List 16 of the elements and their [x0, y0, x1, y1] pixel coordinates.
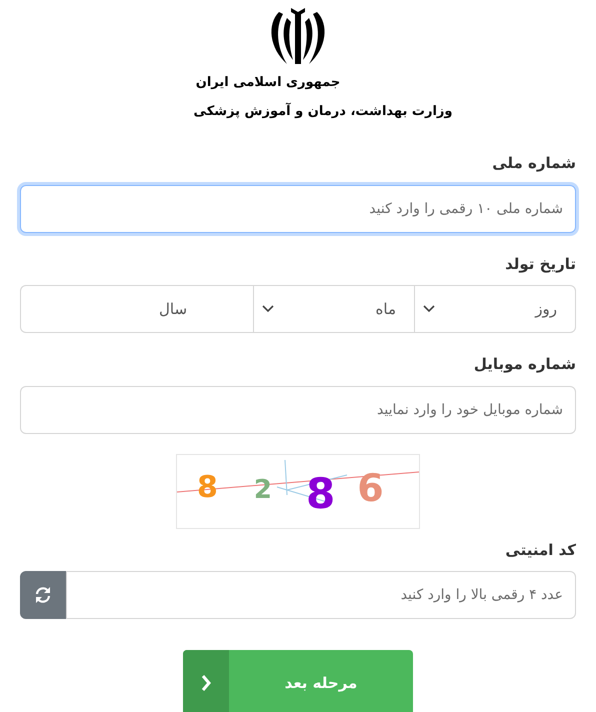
- field-label: تاریخ تولد: [504, 254, 576, 275]
- chevron-icon: [200, 674, 212, 692]
- captcha-digit: 6: [357, 468, 384, 506]
- date-select[interactable]: ماه: [253, 285, 414, 333]
- field-label: شماره ملی: [491, 153, 576, 174]
- field-label: شماره موبایل: [472, 354, 576, 375]
- field-label: کد امنیتی: [504, 540, 576, 560]
- logo-text: جمهوری اسلامی ایران: [196, 76, 340, 89]
- date-select[interactable]: روز: [414, 285, 576, 333]
- logo-text: وزارت بهداشت، درمان و آموزش پزشکی: [194, 105, 452, 118]
- date-select[interactable]: سال: [20, 285, 253, 333]
- refresh-icon: [34, 586, 52, 604]
- mobile-field[interactable]: شماره موبایل خود را وارد نمایید: [20, 386, 576, 434]
- refresh-button[interactable]: [20, 571, 66, 619]
- captcha-digit: 8: [306, 472, 336, 514]
- security-code-field[interactable]: عدد ۴ رقمی بالا را وارد کنید: [66, 571, 576, 619]
